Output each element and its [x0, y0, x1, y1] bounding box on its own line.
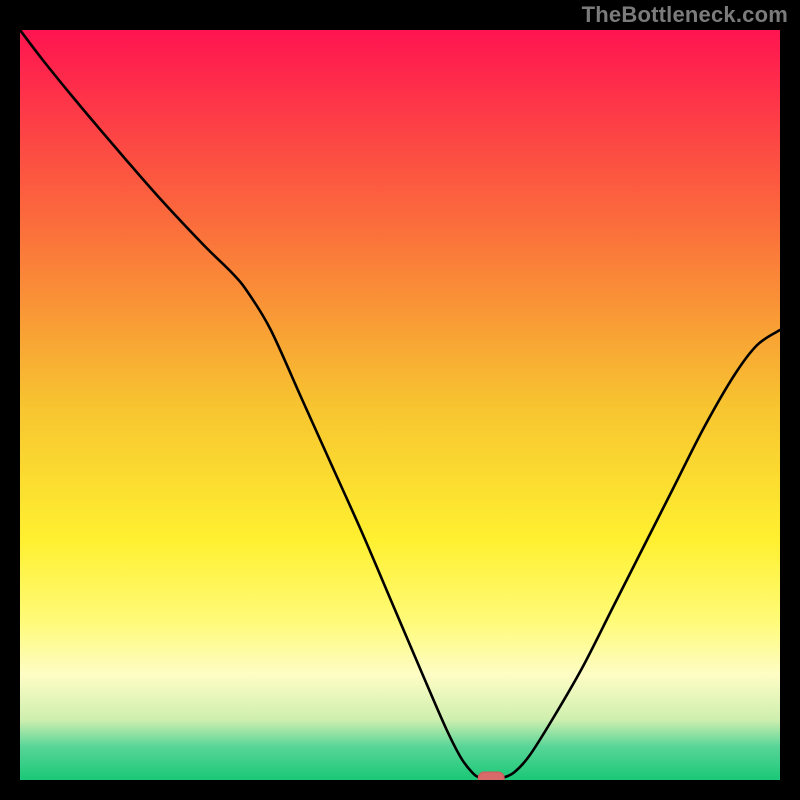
- chart-frame: TheBottleneck.com: [0, 0, 800, 800]
- plot-area: [20, 30, 780, 780]
- gradient-background: [20, 30, 780, 780]
- attribution-label: TheBottleneck.com: [582, 2, 788, 28]
- optimum-marker: [478, 772, 504, 780]
- bottleneck-chart: [20, 30, 780, 780]
